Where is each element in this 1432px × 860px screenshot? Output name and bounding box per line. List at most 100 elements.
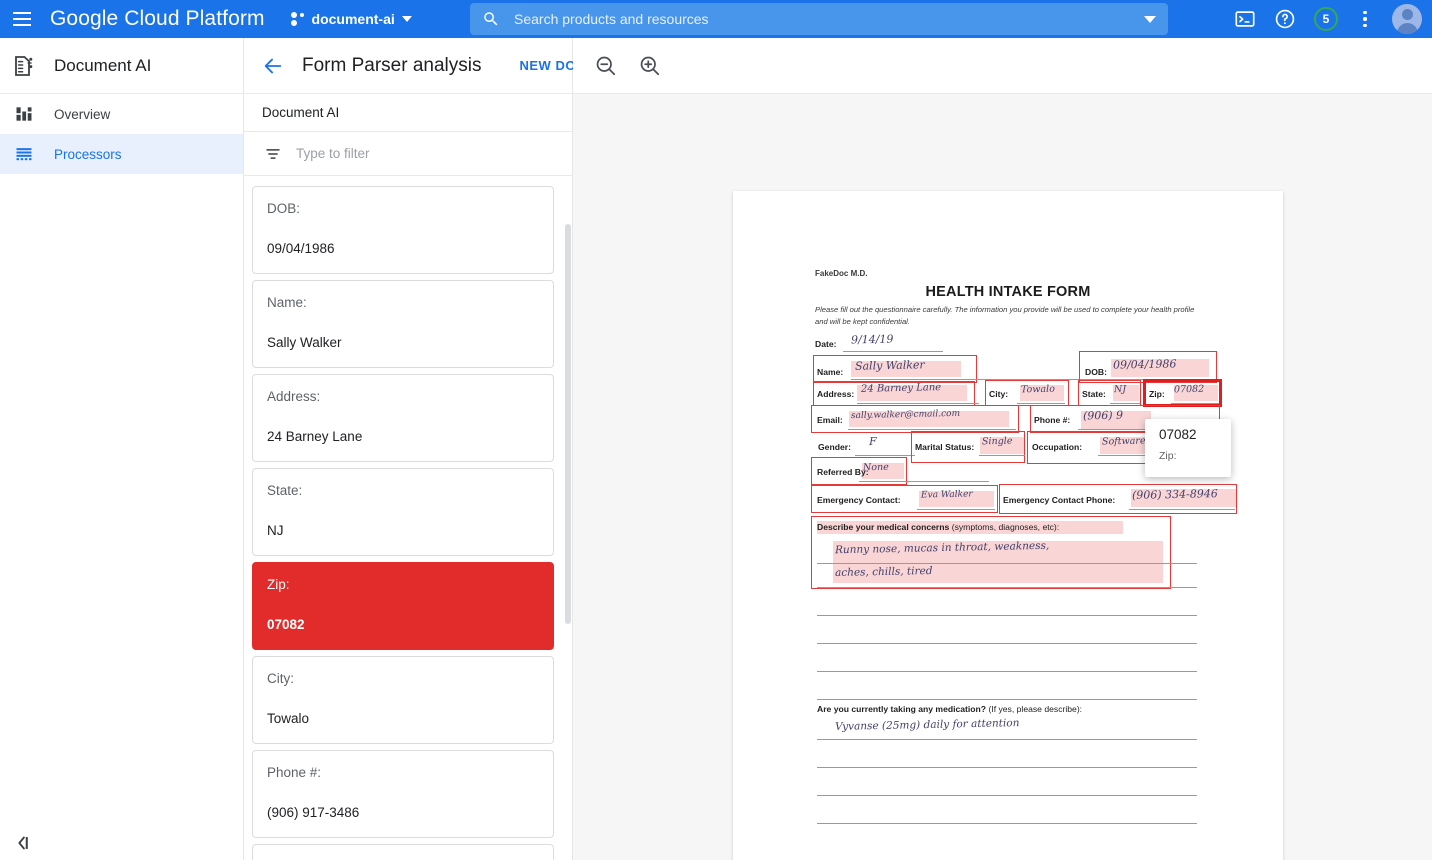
doc-label-phone: Phone #: bbox=[1034, 415, 1070, 425]
field-card-phone[interactable]: Phone #: (906) 917-3486 bbox=[252, 750, 554, 838]
analysis-panel: Form Parser analysis NEW DOCUMENT Docume… bbox=[244, 38, 573, 860]
doc-label-date: Date: bbox=[815, 339, 837, 349]
field-label: Phone #: bbox=[267, 765, 539, 781]
doc-label-emergency-phone: Emergency Contact Phone: bbox=[1003, 495, 1115, 505]
field-tooltip: 07082 Zip: bbox=[1145, 419, 1231, 477]
doc-label-concerns-rest: (symptoms, diagnoses, etc): bbox=[952, 522, 1059, 532]
filter-icon[interactable] bbox=[264, 145, 282, 163]
doc-label-emergency-contact: Emergency Contact: bbox=[817, 495, 901, 505]
doc-instructions: Please fill out the questionnaire carefu… bbox=[815, 304, 1205, 328]
doc-hand-dob: 09/04/1986 bbox=[1113, 357, 1177, 371]
panel-scrollbar[interactable] bbox=[565, 224, 571, 624]
doc-label-gender: Gender: bbox=[818, 442, 851, 452]
doc-label-concerns: Describe your medical concerns (symptoms… bbox=[817, 522, 1059, 532]
sidebar-header: Document AI bbox=[0, 38, 243, 94]
field-value: Sally Walker bbox=[267, 335, 539, 351]
doc-rule bbox=[817, 739, 1197, 740]
doc-rule bbox=[855, 455, 915, 456]
doc-label-address: Address: bbox=[817, 389, 854, 399]
field-card-zip[interactable]: Zip: 07082 bbox=[252, 562, 554, 650]
field-value: NJ bbox=[267, 523, 539, 539]
project-selector[interactable]: document-ai bbox=[291, 11, 412, 27]
doc-rule bbox=[817, 699, 1197, 700]
field-card-state[interactable]: State: NJ bbox=[252, 468, 554, 556]
appbar-actions: 5 bbox=[1234, 0, 1422, 38]
sidebar-item-label: Processors bbox=[54, 147, 122, 162]
document-content: FakeDoc M.D. HEALTH INTAKE FORM Please f… bbox=[733, 191, 1283, 860]
doc-hand-state: NJ bbox=[1114, 384, 1126, 395]
field-card-next[interactable] bbox=[252, 844, 554, 860]
cloud-shell-icon[interactable] bbox=[1234, 8, 1256, 30]
collapse-panel-icon[interactable] bbox=[12, 832, 34, 854]
sidebar-item-overview[interactable]: Overview bbox=[0, 94, 243, 134]
panel-header: Form Parser analysis NEW DOCUMENT bbox=[244, 38, 572, 94]
document-ai-logo-icon bbox=[12, 54, 36, 78]
chevron-down-icon bbox=[402, 16, 412, 22]
doc-hand-emergency-phone: (906) 334-8946 bbox=[1132, 487, 1218, 502]
zoom-in-icon[interactable] bbox=[637, 53, 663, 79]
doc-hand-address: 24 Barney Lane bbox=[861, 382, 941, 395]
notifications-badge[interactable]: 5 bbox=[1314, 7, 1338, 31]
doc-hand-referred: None bbox=[863, 462, 889, 474]
field-label: Zip: bbox=[267, 577, 539, 593]
field-card-name[interactable]: Name: Sally Walker bbox=[252, 280, 554, 368]
doc-label-marital: Marital Status: bbox=[915, 442, 974, 452]
doc-title: HEALTH INTAKE FORM bbox=[733, 284, 1283, 300]
doc-hand-city: Towalo bbox=[1021, 384, 1055, 396]
field-card-address[interactable]: Address: 24 Barney Lane bbox=[252, 374, 554, 462]
field-value: 09/04/1986 bbox=[267, 241, 539, 257]
sidebar: Document AI Overview Processors bbox=[0, 38, 244, 860]
zoom-out-icon[interactable] bbox=[593, 53, 619, 79]
document-viewer: FakeDoc M.D. HEALTH INTAKE FORM Please f… bbox=[573, 38, 1432, 860]
sidebar-item-label: Overview bbox=[54, 107, 110, 122]
doc-hand-zip: 07082 bbox=[1174, 384, 1204, 396]
field-value: Towalo bbox=[267, 711, 539, 727]
sidebar-item-processors[interactable]: Processors bbox=[0, 134, 243, 174]
doc-rule bbox=[817, 563, 1197, 564]
doc-label-medication-rest: (If yes, please describe): bbox=[988, 704, 1082, 714]
viewer-canvas[interactable]: FakeDoc M.D. HEALTH INTAKE FORM Please f… bbox=[573, 94, 1432, 860]
filter-input[interactable] bbox=[296, 146, 572, 161]
search-dropdown-icon[interactable] bbox=[1144, 16, 1156, 23]
field-card-list: DOB: 09/04/1986 Name: Sally Walker Addre… bbox=[244, 178, 572, 860]
brand-title: Google Cloud Platform bbox=[50, 7, 265, 31]
doc-rule bbox=[817, 795, 1197, 796]
doc-hand-medication: Vyvanse (25mg) daily for attention bbox=[835, 717, 1020, 733]
doc-rule bbox=[817, 587, 1197, 588]
doc-hand-occupation: Software bbox=[1102, 436, 1146, 448]
doc-rule bbox=[979, 455, 1025, 456]
processors-icon bbox=[14, 144, 34, 164]
global-search[interactable]: Search products and resources bbox=[470, 3, 1168, 35]
back-arrow-icon[interactable] bbox=[262, 55, 284, 77]
doc-rule bbox=[1171, 403, 1219, 404]
doc-hand-gender: F bbox=[869, 435, 877, 448]
doc-label-state: State: bbox=[1082, 389, 1106, 399]
search-input[interactable]: Search products and resources bbox=[514, 11, 1144, 27]
doc-rule bbox=[848, 429, 1016, 430]
doc-label-medication-bold: Are you currently taking any medication? bbox=[817, 704, 986, 714]
field-card-city[interactable]: City: Towalo bbox=[252, 656, 554, 744]
doc-clinic-name: FakeDoc M.D. bbox=[815, 269, 867, 278]
hamburger-icon[interactable] bbox=[0, 0, 44, 38]
doc-label-medication: Are you currently taking any medication?… bbox=[817, 704, 1082, 714]
field-label: DOB: bbox=[267, 201, 539, 217]
field-label: Name: bbox=[267, 295, 539, 311]
field-card-dob[interactable]: DOB: 09/04/1986 bbox=[252, 186, 554, 274]
project-name: document-ai bbox=[312, 11, 395, 27]
avatar[interactable] bbox=[1392, 4, 1422, 34]
doc-rule bbox=[817, 767, 1197, 768]
document-page[interactable]: FakeDoc M.D. HEALTH INTAKE FORM Please f… bbox=[733, 191, 1283, 860]
doc-rule bbox=[817, 671, 1197, 672]
doc-rule bbox=[817, 823, 1197, 824]
field-value: 24 Barney Lane bbox=[267, 429, 539, 445]
help-icon[interactable] bbox=[1274, 8, 1296, 30]
doc-rule bbox=[917, 509, 995, 510]
doc-rule bbox=[859, 481, 989, 482]
doc-rule bbox=[1129, 509, 1235, 510]
project-selector-icon bbox=[291, 12, 305, 26]
doc-rule bbox=[1017, 403, 1065, 404]
doc-rule bbox=[1110, 403, 1140, 404]
field-value: 07082 bbox=[267, 617, 539, 633]
more-vert-icon[interactable] bbox=[1356, 8, 1374, 30]
tooltip-key: Zip: bbox=[1159, 450, 1231, 462]
